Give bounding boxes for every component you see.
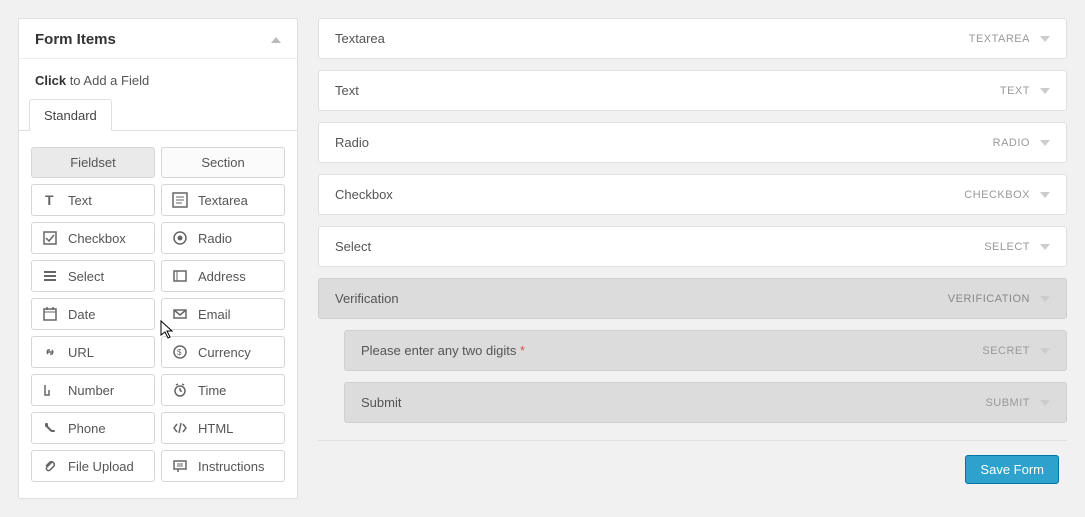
text-t-icon: T [42, 192, 58, 208]
url-button[interactable]: URL [31, 336, 155, 368]
number-icon [42, 382, 58, 398]
text-button[interactable]: TText [31, 184, 155, 216]
hint-bold: Click [35, 73, 66, 88]
currency-button[interactable]: $Currency [161, 336, 285, 368]
row-label: Textarea [335, 31, 385, 46]
save-form-button[interactable]: Save Form [965, 455, 1059, 484]
row-type: TEXTAREA [969, 33, 1050, 45]
chevron-down-icon[interactable] [1040, 140, 1050, 146]
form-row[interactable]: Radio RADIO [318, 122, 1067, 163]
html-button[interactable]: HTML [161, 412, 285, 444]
form-row-secret[interactable]: Please enter any two digits * SECRET [344, 330, 1067, 371]
time-icon [172, 382, 188, 398]
html-icon [172, 420, 188, 436]
collapse-icon[interactable] [271, 37, 281, 43]
select-button[interactable]: Select [31, 260, 155, 292]
date-icon [42, 306, 58, 322]
date-button[interactable]: Date [31, 298, 155, 330]
file-upload-button[interactable]: File Upload [31, 450, 155, 482]
radio-icon [172, 230, 188, 246]
panel-title: Form Items [35, 31, 116, 48]
textarea-icon [172, 192, 188, 208]
url-icon [42, 344, 58, 360]
row-type: SUBMIT [985, 397, 1050, 409]
file-upload-icon [42, 458, 58, 474]
number-button[interactable]: Number [31, 374, 155, 406]
checkbox-button[interactable]: Checkbox [31, 222, 155, 254]
chevron-down-icon[interactable] [1040, 400, 1050, 406]
row-label: Select [335, 239, 371, 254]
tab-standard[interactable]: Standard [29, 99, 112, 131]
row-type: VERIFICATION [948, 293, 1050, 305]
svg-text:$: $ [177, 348, 182, 357]
row-label: Text [335, 83, 359, 98]
email-icon [172, 306, 188, 322]
currency-icon: $ [172, 344, 188, 360]
form-row-verification[interactable]: Verification VERIFICATION [318, 278, 1067, 319]
fieldset-button[interactable]: Fieldset [31, 147, 155, 178]
form-row[interactable]: Select SELECT [318, 226, 1067, 267]
row-type: CHECKBOX [964, 189, 1050, 201]
chevron-down-icon[interactable] [1040, 296, 1050, 302]
chevron-down-icon[interactable] [1040, 192, 1050, 198]
form-items-panel: Form Items Click to Add a Field Standard… [18, 18, 298, 499]
form-row[interactable]: Textarea TEXTAREA [318, 18, 1067, 59]
checkbox-icon [42, 230, 58, 246]
email-button[interactable]: Email [161, 298, 285, 330]
row-label: Please enter any two digits * [361, 343, 525, 358]
add-field-hint: Click to Add a Field [19, 59, 297, 98]
chevron-down-icon[interactable] [1040, 348, 1050, 354]
time-button[interactable]: Time [161, 374, 285, 406]
row-label: Verification [335, 291, 399, 306]
required-star: * [520, 343, 525, 358]
footer: Save Form [318, 440, 1067, 488]
row-type: TEXT [1000, 85, 1050, 97]
instructions-button[interactable]: Instructions [161, 450, 285, 482]
textarea-button[interactable]: Textarea [161, 184, 285, 216]
hint-rest: to Add a Field [66, 73, 149, 88]
chevron-down-icon[interactable] [1040, 244, 1050, 250]
select-icon [42, 268, 58, 284]
row-label: Submit [361, 395, 401, 410]
phone-icon [42, 420, 58, 436]
form-row[interactable]: Checkbox CHECKBOX [318, 174, 1067, 215]
row-type: SECRET [982, 345, 1050, 357]
row-label: Checkbox [335, 187, 393, 202]
chevron-down-icon[interactable] [1040, 88, 1050, 94]
radio-button[interactable]: Radio [161, 222, 285, 254]
row-label: Radio [335, 135, 369, 150]
section-button[interactable]: Section [161, 147, 285, 178]
row-type: SELECT [984, 241, 1050, 253]
form-row-submit[interactable]: Submit SUBMIT [344, 382, 1067, 423]
address-icon [172, 268, 188, 284]
row-type: RADIO [993, 137, 1050, 149]
instructions-icon [172, 458, 188, 474]
svg-text:T: T [45, 192, 54, 208]
form-row[interactable]: Text TEXT [318, 70, 1067, 111]
field-grid: Fieldset Section TText Textarea Checkbox… [19, 131, 297, 486]
sub-rows: Please enter any two digits * SECRET Sub… [318, 330, 1067, 423]
chevron-down-icon[interactable] [1040, 36, 1050, 42]
form-builder-canvas: Textarea TEXTAREA Text TEXT Radio RADIO … [318, 18, 1067, 488]
address-button[interactable]: Address [161, 260, 285, 292]
phone-button[interactable]: Phone [31, 412, 155, 444]
